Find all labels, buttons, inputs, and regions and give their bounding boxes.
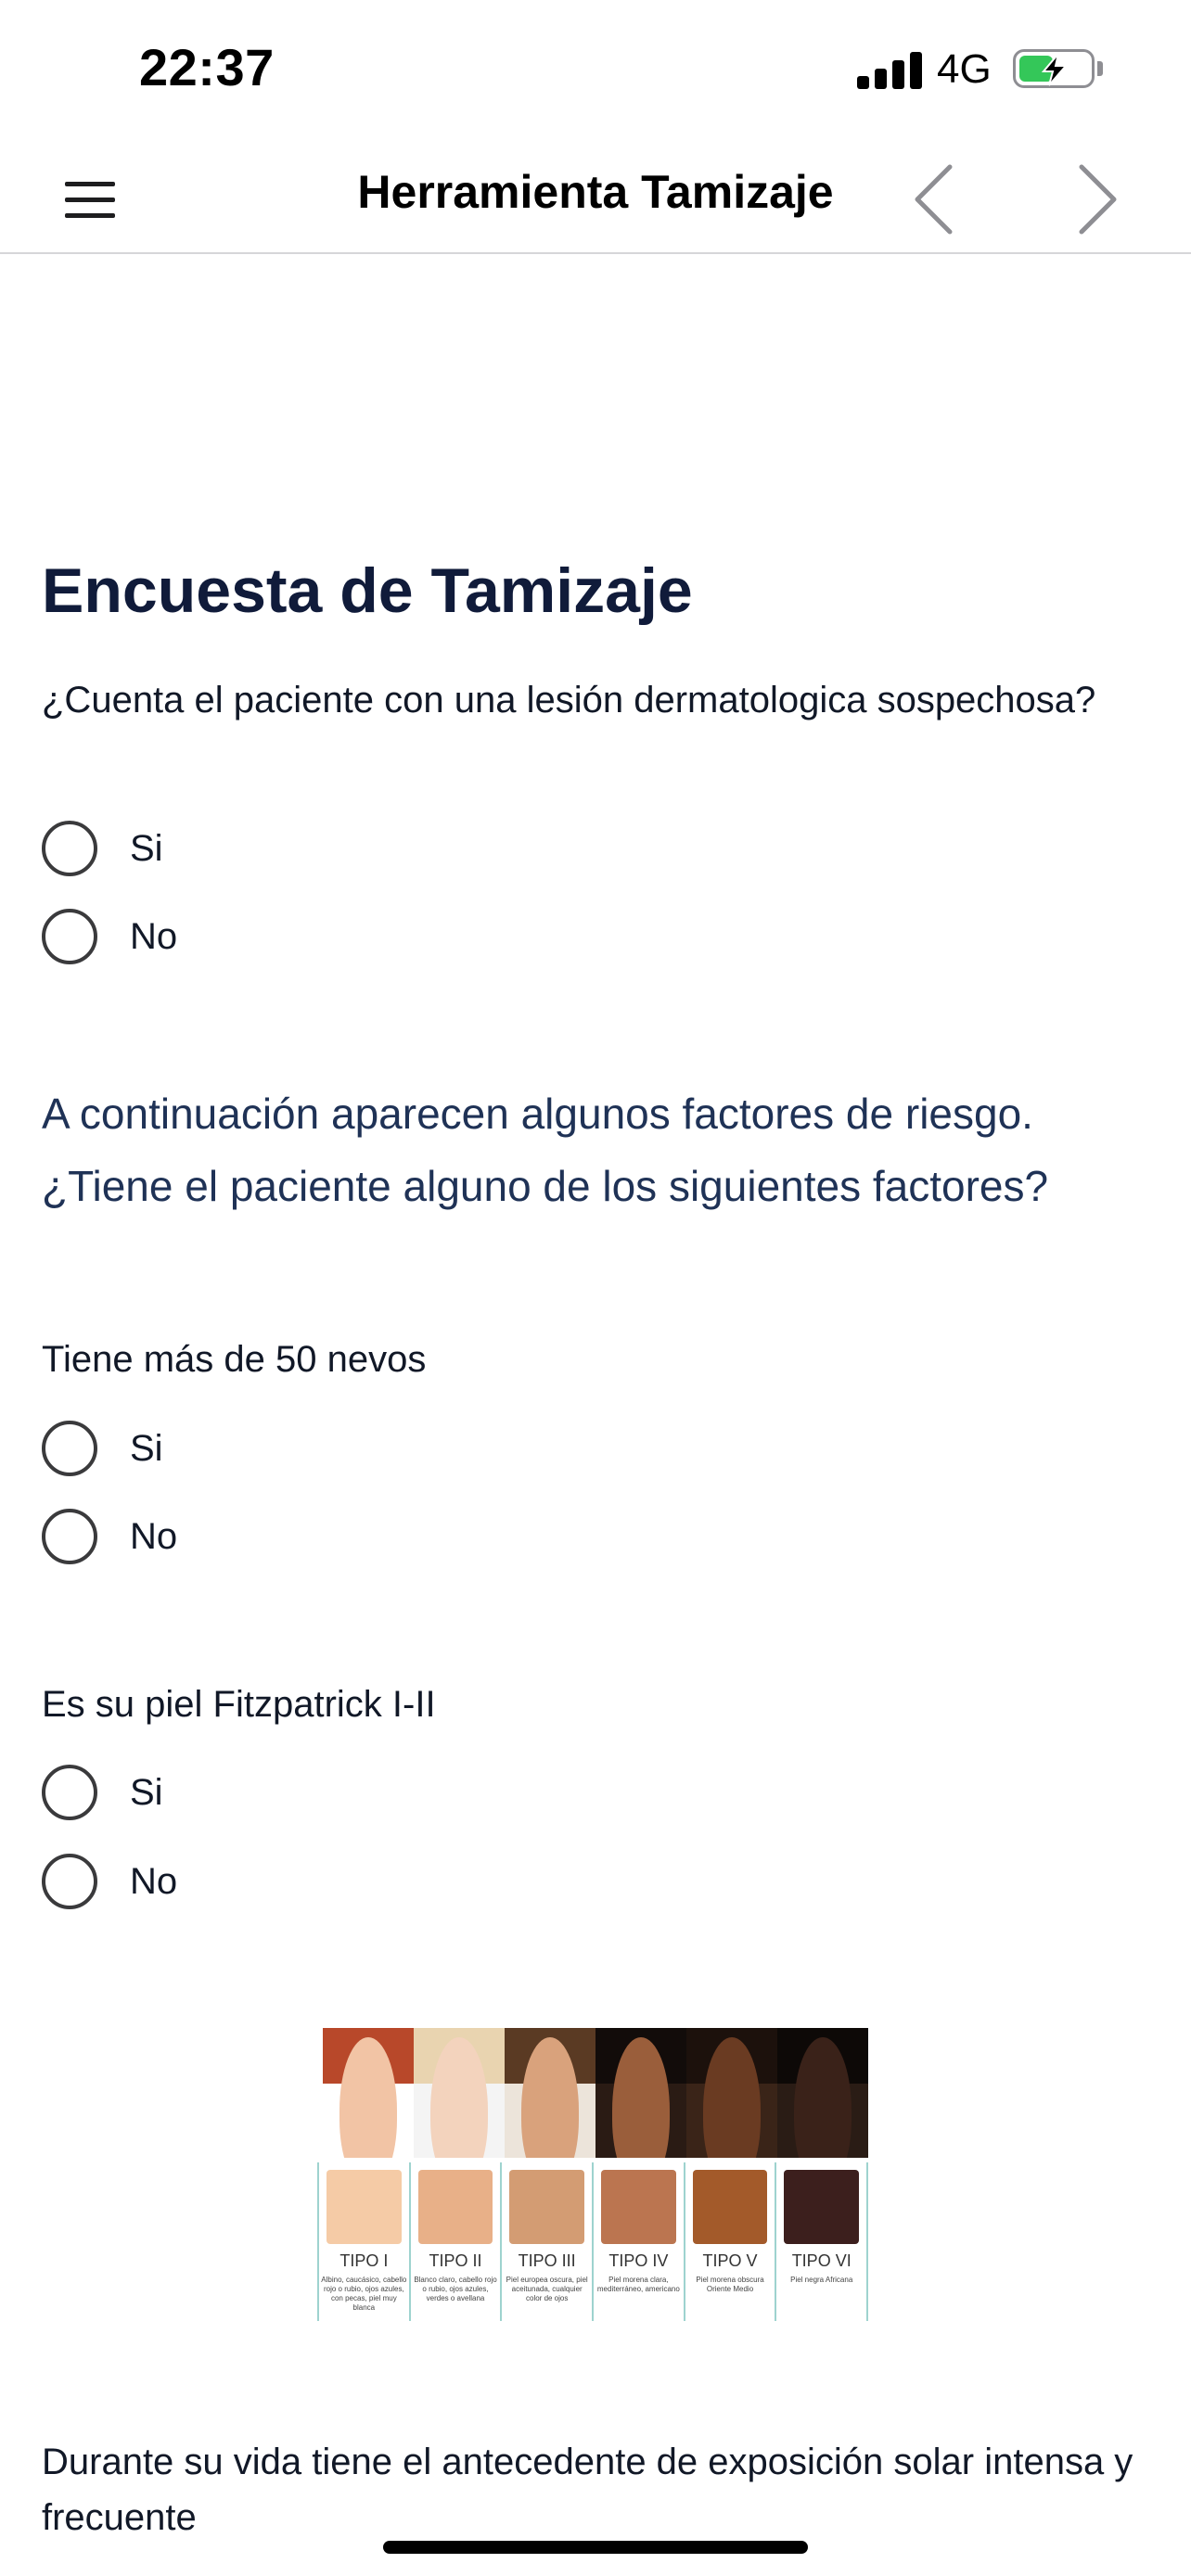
fitzpatrick-face-4 xyxy=(596,2028,686,2158)
battery-charging-icon xyxy=(1013,49,1095,88)
skin-swatch xyxy=(692,2170,768,2244)
skin-swatch xyxy=(417,2170,493,2244)
q1-option-si[interactable]: Si xyxy=(42,821,163,876)
skin-swatch xyxy=(784,2170,860,2244)
q3-option-no[interactable]: No xyxy=(42,1854,177,1909)
question-suspicious-lesion: ¿Cuenta el paciente con una lesión derma… xyxy=(42,680,1096,721)
fitzpatrick-type-3: TIPO III Piel europea oscura, piel aceitu… xyxy=(500,2162,592,2321)
question-sun-exposure: Durante su vida tiene el antecedente de … xyxy=(42,2442,1133,2538)
radio-label: No xyxy=(130,1860,178,1902)
skin-type-label: TIPO V xyxy=(702,2251,758,2270)
home-indicator xyxy=(383,2541,808,2554)
fitzpatrick-type-5: TIPO V Piel morena obscura Oriente Medio xyxy=(683,2162,775,2321)
fitzpatrick-face-5 xyxy=(686,2028,777,2158)
fitzpatrick-faces xyxy=(323,2028,868,2158)
radio-button[interactable] xyxy=(42,821,97,876)
q1-option-no[interactable]: No xyxy=(42,909,177,964)
fitzpatrick-type-4: TIPO IV Piel morena clara, mediterráneo, … xyxy=(592,2162,684,2321)
chevron-right-icon[interactable] xyxy=(1054,158,1137,241)
fitzpatrick-face-6 xyxy=(777,2028,868,2158)
skin-swatch xyxy=(327,2170,402,2244)
question-nevi-count: Tiene más de 50 nevos xyxy=(42,1339,427,1380)
q2-option-si[interactable]: Si xyxy=(42,1421,163,1476)
skin-type-description: Piel morena obscura Oriente Medio xyxy=(696,2276,764,2293)
survey-title: Encuesta de Tamizaje xyxy=(42,555,693,626)
status-bar: 22:37 4G xyxy=(0,0,1191,139)
intro-line-1: A continuación aparecen algunos factores… xyxy=(42,1090,1033,1138)
skin-type-label: TIPO II xyxy=(429,2251,482,2270)
fitzpatrick-swatches: TIPO I Albino, caucásico, cabello rojo o … xyxy=(317,2162,869,2321)
fitzpatrick-scale-image: TIPO I Albino, caucásico, cabello rojo o … xyxy=(317,2028,869,2321)
network-type: 4G xyxy=(937,46,992,92)
radio-label: No xyxy=(130,1515,178,1557)
skin-type-label: TIPO I xyxy=(339,2251,389,2270)
q2-option-no[interactable]: No xyxy=(42,1509,177,1564)
survey-header: Encuesta de Tamizaje xyxy=(42,556,1155,626)
skin-type-description: Piel morena clara, mediterráneo, america… xyxy=(596,2276,680,2293)
radio-button[interactable] xyxy=(42,1854,97,1909)
q3-option-si[interactable]: Si xyxy=(42,1765,163,1820)
signal-bars-icon xyxy=(857,50,922,89)
skin-swatch xyxy=(601,2170,676,2244)
radio-button[interactable] xyxy=(42,1765,97,1820)
fitzpatrick-face-3 xyxy=(505,2028,596,2158)
fitzpatrick-type-6: TIPO VI Piel negra Africana xyxy=(775,2162,869,2321)
radio-label: Si xyxy=(130,1427,163,1469)
battery-cap xyxy=(1097,61,1103,76)
skin-swatch xyxy=(509,2170,585,2244)
skin-type-description: Piel europea oscura, piel aceitunada, cu… xyxy=(506,2276,588,2302)
intro-line-2: ¿Tiene el paciente alguno de los siguien… xyxy=(42,1162,1049,1210)
chevron-left-icon[interactable] xyxy=(894,158,978,241)
status-time: 22:37 xyxy=(139,38,275,96)
radio-label: Si xyxy=(130,1771,163,1813)
nav-title: Herramienta Tamizaje xyxy=(357,166,834,218)
nav-bar: Herramienta Tamizaje xyxy=(0,139,1191,254)
skin-type-label: TIPO VI xyxy=(791,2251,852,2270)
fitzpatrick-type-2: TIPO II Blanco claro, cabello rojo o rubi… xyxy=(408,2162,501,2321)
radio-label: Si xyxy=(130,827,163,869)
skin-type-label: TIPO IV xyxy=(608,2251,669,2270)
radio-label: No xyxy=(130,915,178,957)
risk-factors-intro: A continuación aparecen algunos factores… xyxy=(42,1078,1173,1222)
skin-type-description: Piel negra Africana xyxy=(790,2276,853,2284)
skin-type-label: TIPO III xyxy=(518,2251,576,2270)
fitzpatrick-face-2 xyxy=(414,2028,505,2158)
radio-button[interactable] xyxy=(42,909,97,964)
skin-type-description: Albino, caucásico, cabello rojo o rubio,… xyxy=(321,2276,407,2312)
radio-button[interactable] xyxy=(42,1421,97,1476)
skin-type-description: Blanco claro, cabello rojo o rubio, ojos… xyxy=(414,2276,497,2302)
fitzpatrick-face-1 xyxy=(323,2028,414,2158)
fitzpatrick-type-1: TIPO I Albino, caucásico, cabello rojo o … xyxy=(317,2162,409,2321)
radio-button[interactable] xyxy=(42,1509,97,1564)
question-fitzpatrick: Es su piel Fitzpatrick I-II xyxy=(42,1684,436,1725)
